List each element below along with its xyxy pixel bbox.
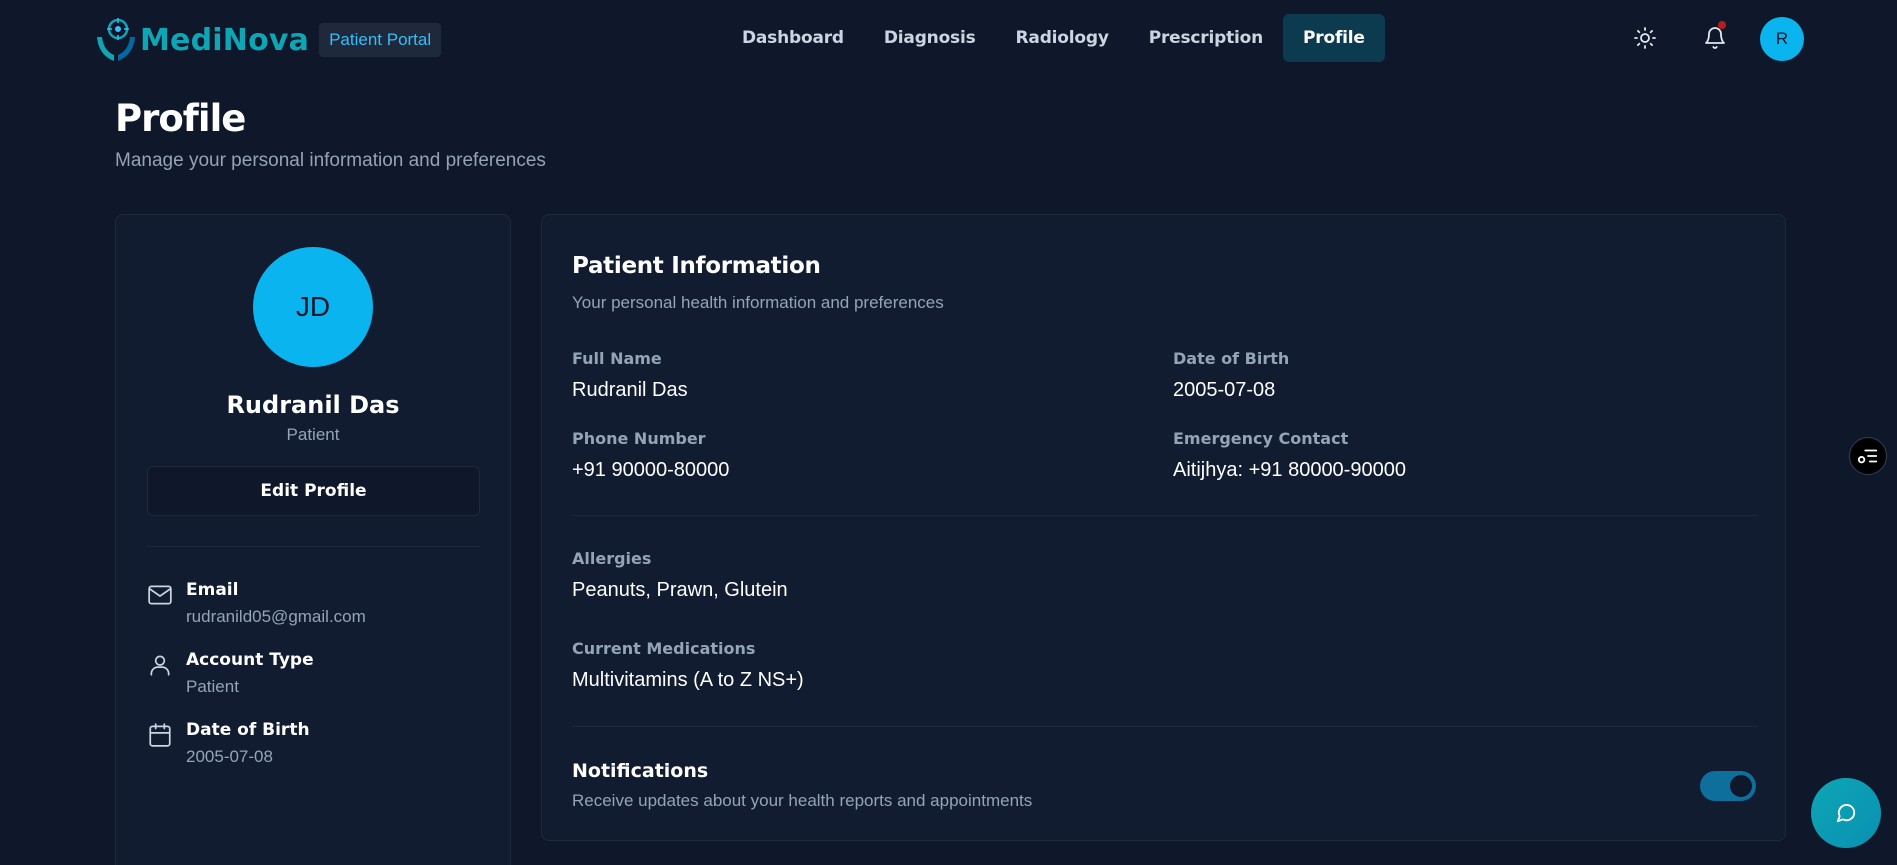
email-label: Email [186, 580, 239, 600]
nav-prescription[interactable]: Prescription [1129, 14, 1283, 62]
account-type-value: Patient [186, 677, 239, 696]
sun-icon [1634, 27, 1656, 49]
chat-icon [1836, 804, 1856, 823]
patient-information-card: Patient Information Your personal health… [541, 214, 1786, 841]
phone-label: Phone Number [572, 429, 706, 448]
nav-profile[interactable]: Profile [1283, 14, 1385, 62]
divider [572, 515, 1757, 516]
card-title: Patient Information [572, 253, 821, 279]
phone-value: +91 90000-80000 [572, 459, 730, 481]
account-type-row: Account Type Patient [147, 650, 314, 697]
page-subtitle: Manage your personal information and pre… [115, 150, 546, 171]
logo-icon [97, 18, 135, 61]
user-icon [150, 655, 170, 676]
portal-badge: Patient Portal [319, 23, 442, 57]
chat-button[interactable] [1811, 778, 1881, 848]
notifications-toggle[interactable] [1700, 771, 1756, 801]
top-navbar: MediNova Patient Portal Dashboard Diagno… [0, 0, 1897, 80]
dob-field-label: Date of Birth [1173, 349, 1290, 368]
card-subtitle: Your personal health information and pre… [572, 293, 944, 312]
allergies-value: Peanuts, Prawn, Glutein [572, 579, 788, 601]
dob-row: Date of Birth 2005-07-08 [147, 720, 310, 767]
toggle-knob [1730, 775, 1752, 797]
email-value: rudranild05@gmail.com [186, 607, 366, 626]
profile-avatar: JD [253, 247, 373, 367]
settings-list-icon [1857, 449, 1878, 464]
nav-diagnosis[interactable]: Diagnosis [864, 14, 996, 62]
profile-name: Rudranil Das [226, 391, 400, 419]
medications-label: Current Medications [572, 639, 756, 658]
nav-radiology[interactable]: Radiology [996, 14, 1129, 62]
allergies-label: Allergies [572, 549, 652, 568]
edit-profile-button[interactable]: Edit Profile [147, 466, 480, 516]
logo[interactable]: MediNova Patient Portal [94, 15, 442, 65]
emergency-contact-label: Emergency Contact [1173, 429, 1349, 448]
divider [572, 726, 1757, 727]
emergency-contact-value: Aitijhya: +91 80000-90000 [1173, 459, 1406, 481]
notification-dot [1718, 21, 1726, 29]
notifications-button[interactable] [1703, 21, 1727, 50]
email-row: Email rudranild05@gmail.com [147, 580, 366, 627]
notifications-subtitle: Receive updates about your health report… [572, 791, 1033, 810]
user-avatar[interactable]: R [1760, 17, 1804, 61]
page-title: Profile [115, 97, 246, 140]
full-name-label: Full Name [572, 349, 662, 368]
account-type-label: Account Type [186, 650, 314, 670]
brand-name: MediNova [140, 22, 310, 58]
theme-toggle-button[interactable] [1633, 26, 1657, 50]
main-nav: Dashboard Diagnosis Radiology Prescripti… [722, 14, 1385, 62]
profile-summary-card: JD Rudranil Das Patient Edit Profile Ema… [115, 214, 511, 865]
dob-label: Date of Birth [186, 720, 310, 740]
mail-icon [148, 585, 172, 605]
accessibility-menu-button[interactable] [1849, 437, 1887, 475]
bell-icon [1705, 27, 1725, 49]
dob-value: 2005-07-08 [186, 747, 273, 766]
notifications-title: Notifications [572, 760, 709, 782]
full-name-value: Rudranil Das [572, 379, 688, 401]
profile-role: Patient [286, 425, 340, 444]
nav-dashboard[interactable]: Dashboard [722, 14, 864, 62]
medications-value: Multivitamins (A to Z NS+) [572, 669, 804, 691]
divider [147, 546, 480, 547]
calendar-icon [149, 723, 171, 747]
dob-field-value: 2005-07-08 [1173, 379, 1276, 401]
